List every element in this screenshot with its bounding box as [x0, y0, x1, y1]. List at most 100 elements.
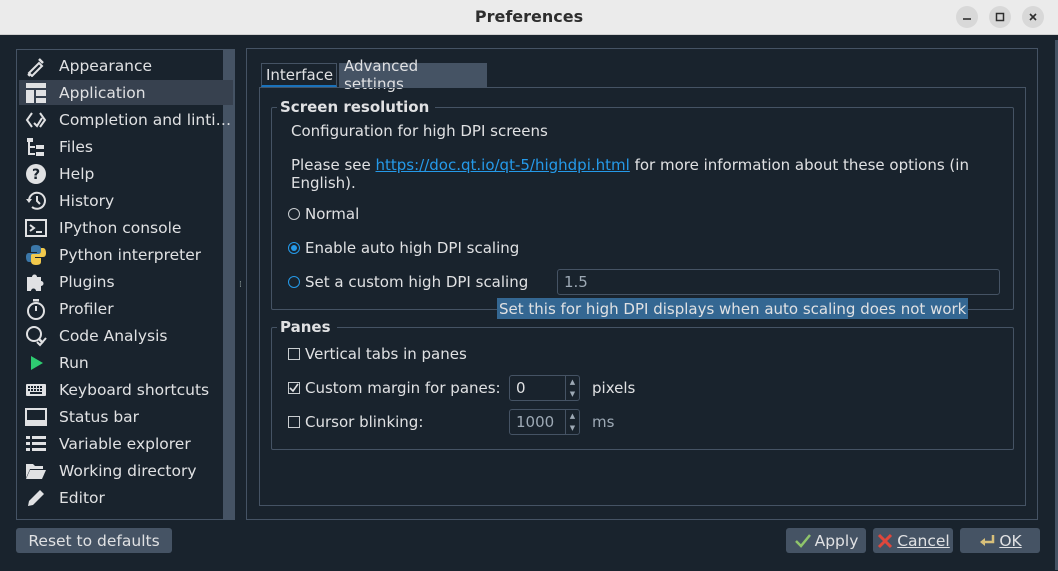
tab-interface[interactable]: Interface	[261, 63, 337, 87]
auto-scaling-label[interactable]: Enable auto high DPI scaling	[305, 239, 519, 257]
close-icon	[1029, 13, 1037, 21]
custom-margin-spinbox[interactable]: 0 ▲ ▼	[509, 375, 580, 401]
panes-title: Panes	[277, 318, 337, 336]
maximize-button[interactable]	[989, 6, 1011, 28]
sidebar-item-label: Code Analysis	[59, 326, 168, 345]
cursor-blinking-value[interactable]: 1000	[510, 413, 564, 431]
sidebar-item-python-interpreter[interactable]: Python interpreter	[19, 242, 233, 267]
puzzle-icon	[23, 271, 49, 293]
sidebar-item-profiler[interactable]: Profiler	[19, 296, 233, 321]
sidebar-item-label: History	[59, 191, 115, 210]
screen-resolution-title: Screen resolution	[277, 98, 436, 116]
terminal-icon	[23, 217, 49, 239]
play-icon	[23, 352, 49, 374]
tooltip: Set this for high DPI displays when auto…	[497, 298, 969, 319]
sidebar-item-working-directory[interactable]: Working directory	[19, 458, 233, 483]
svg-text:?: ?	[32, 167, 40, 183]
highdpi-link[interactable]: https://doc.qt.io/qt-5/highdpi.html	[376, 156, 630, 174]
history-icon	[23, 190, 49, 212]
more-info-text-line2: English).	[291, 174, 356, 192]
sidebar-item-run[interactable]: Run	[19, 350, 233, 375]
sidebar-item-label: Variable explorer	[59, 434, 191, 453]
normal-label[interactable]: Normal	[305, 205, 359, 223]
brush-icon	[23, 55, 49, 77]
layout-icon	[23, 82, 49, 104]
custom-margin-checkbox[interactable]	[288, 382, 300, 394]
maximize-icon	[995, 12, 1005, 22]
sidebar-item-status-bar[interactable]: Status bar	[19, 404, 233, 429]
custom-scaling-label[interactable]: Set a custom high DPI scaling	[305, 273, 528, 291]
sidebar-item-history[interactable]: History	[19, 188, 233, 213]
spin-up-icon[interactable]: ▲	[566, 376, 579, 388]
sidebar-item-code-analysis[interactable]: Code Analysis	[19, 323, 233, 348]
please-see-text: Please see https://doc.qt.io/qt-5/highdp…	[291, 156, 969, 174]
sidebar-item-label: Profiler	[59, 299, 114, 318]
vertical-tabs-checkbox[interactable]	[288, 348, 300, 360]
custom-margin-label[interactable]: Custom margin for panes:	[305, 379, 501, 397]
sidebar-item-help[interactable]: ? Help	[19, 161, 233, 186]
normal-radio[interactable]	[288, 208, 300, 220]
sidebar-item-completion[interactable]: Completion and linti…	[19, 107, 233, 132]
spin-down-icon[interactable]: ▼	[566, 388, 579, 400]
sidebar-item-application[interactable]: Application	[19, 80, 233, 105]
splitter-handle[interactable]: ⁞	[239, 280, 242, 290]
sidebar-item-label: Files	[59, 137, 94, 156]
cancel-icon	[878, 533, 893, 548]
ok-button[interactable]: OK	[960, 528, 1040, 553]
checkmark-icon	[289, 383, 299, 393]
sidebar-item-label: Python interpreter	[59, 245, 202, 264]
sidebar-item-label: Editor	[59, 488, 105, 507]
enter-arrow-icon	[980, 534, 995, 546]
sidebar-item-appearance[interactable]: Appearance	[19, 53, 233, 78]
cursor-blinking-spinbox[interactable]: 1000 ▲ ▼	[509, 409, 580, 435]
reset-to-defaults-button[interactable]: Reset to defaults	[16, 528, 172, 553]
file-tree-icon	[23, 136, 49, 158]
keyboard-icon	[23, 379, 49, 401]
list-icon	[23, 433, 49, 455]
reset-label: Reset to defaults	[28, 531, 160, 550]
custom-scaling-input[interactable]: 1.5	[557, 269, 1000, 295]
apply-button[interactable]: Apply	[786, 528, 866, 553]
preferences-sidebar: Appearance Application Completion and li…	[16, 49, 235, 520]
cursor-blinking-checkbox[interactable]	[288, 416, 300, 428]
minimize-button[interactable]	[956, 6, 978, 28]
sidebar-item-label: Appearance	[59, 56, 153, 75]
sidebar-item-label: Help	[59, 164, 95, 183]
cursor-blinking-unit: ms	[592, 413, 615, 431]
sidebar-item-ipython-console[interactable]: IPython console	[19, 215, 233, 240]
please-see-label: Please see	[291, 156, 376, 174]
spin-down-icon[interactable]: ▼	[566, 422, 579, 434]
code-icon	[23, 109, 49, 131]
sidebar-item-editor[interactable]: Editor	[19, 485, 233, 510]
code-analysis-icon	[23, 325, 49, 347]
custom-scaling-radio[interactable]	[288, 276, 300, 288]
check-icon	[794, 533, 811, 548]
ok-label: OK	[999, 531, 1022, 550]
stopwatch-icon	[23, 298, 49, 320]
sidebar-item-label: IPython console	[59, 218, 182, 237]
help-icon: ?	[23, 163, 49, 185]
close-button[interactable]	[1022, 6, 1044, 28]
python-icon	[23, 244, 49, 266]
sidebar-item-plugins[interactable]: Plugins	[19, 269, 233, 294]
sidebar-item-label: Keyboard shortcuts	[59, 380, 210, 399]
spin-up-icon[interactable]: ▲	[566, 410, 579, 422]
sidebar-item-label: Status bar	[59, 407, 140, 426]
sidebar-item-keyboard-shortcuts[interactable]: Keyboard shortcuts	[19, 377, 233, 402]
custom-margin-unit: pixels	[592, 379, 636, 397]
cursor-blinking-label[interactable]: Cursor blinking:	[305, 413, 423, 431]
sidebar-item-variable-explorer[interactable]: Variable explorer	[19, 431, 233, 456]
minimize-icon	[963, 18, 971, 20]
auto-scaling-radio[interactable]	[288, 242, 300, 254]
custom-margin-value[interactable]: 0	[510, 379, 564, 397]
tab-advanced-settings[interactable]: Advanced settings	[339, 57, 487, 93]
pencil-icon	[23, 487, 49, 509]
sidebar-item-label: Completion and linti…	[59, 110, 232, 129]
apply-label: Apply	[814, 531, 859, 550]
vertical-tabs-label[interactable]: Vertical tabs in panes	[305, 345, 467, 363]
high-dpi-description: Configuration for high DPI screens	[291, 122, 548, 140]
sidebar-item-label: Working directory	[59, 461, 197, 480]
sidebar-item-label: Plugins	[59, 272, 115, 291]
sidebar-item-files[interactable]: Files	[19, 134, 233, 159]
cancel-button[interactable]: Cancel	[873, 528, 953, 553]
